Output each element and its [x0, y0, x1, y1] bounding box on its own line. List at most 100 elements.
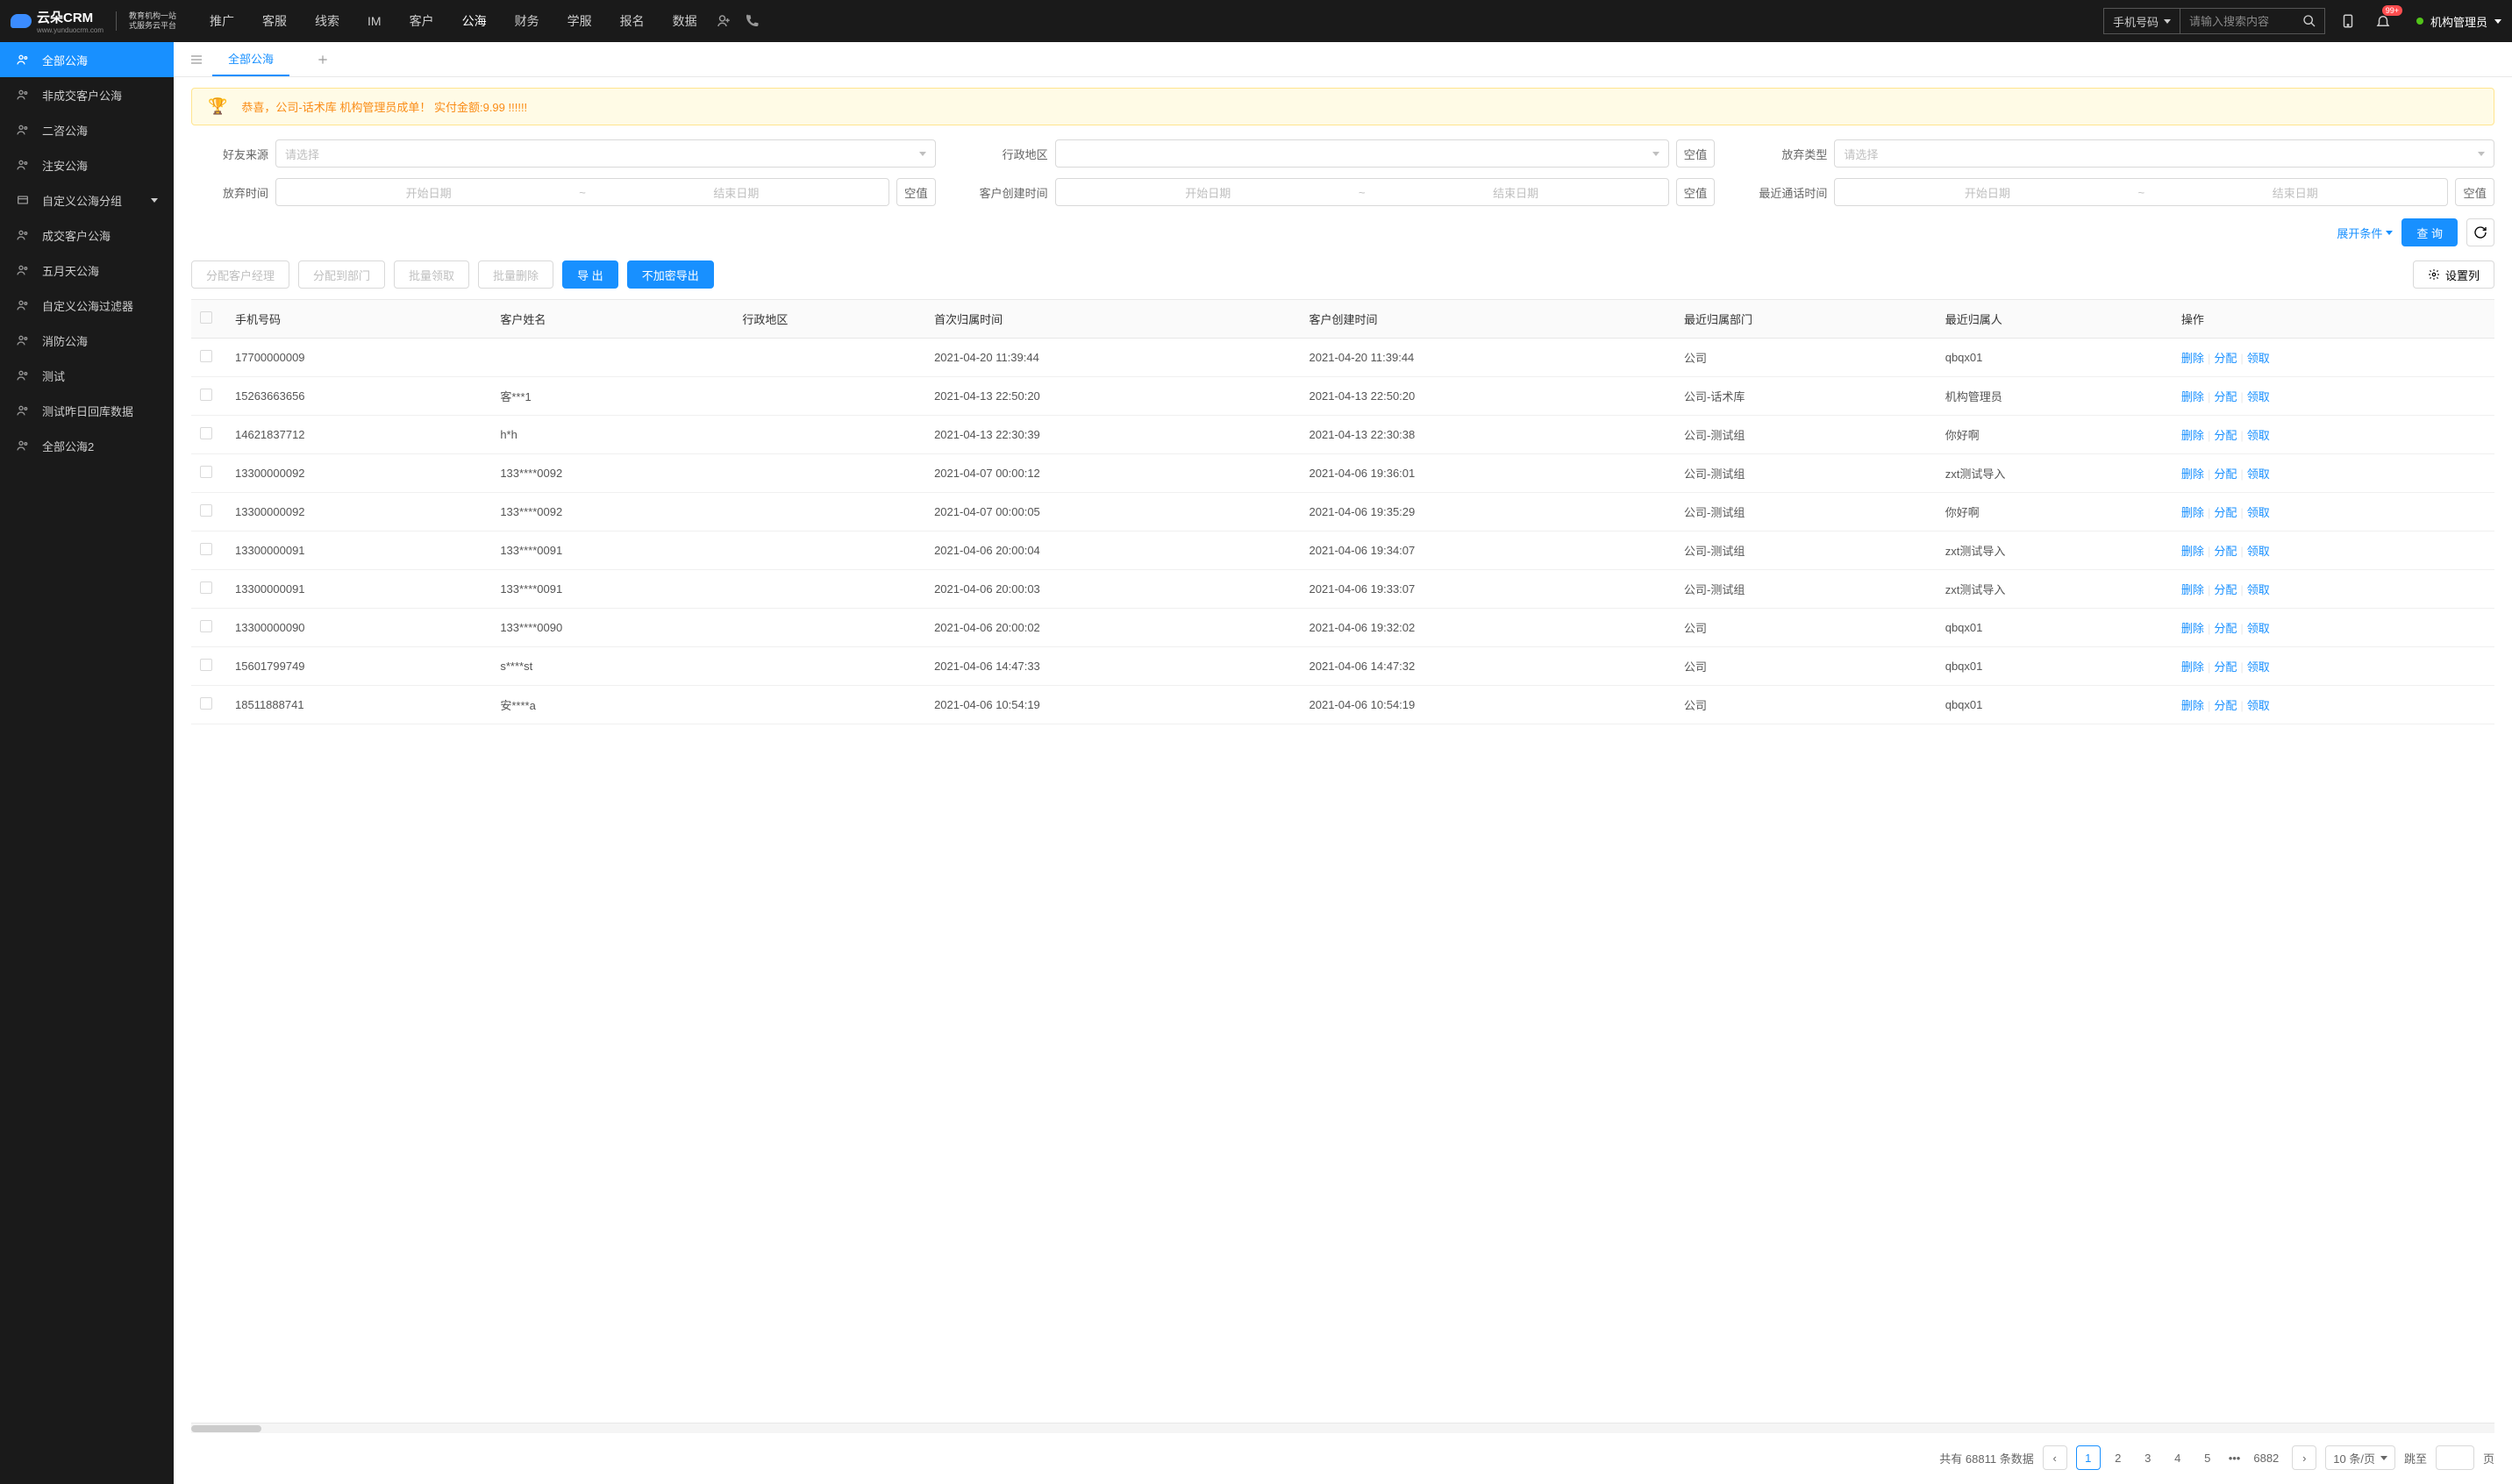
row-claim-link[interactable]: 领取 — [2247, 429, 2270, 442]
page-number-button[interactable]: 2 — [2106, 1445, 2130, 1470]
create-time-null-button[interactable]: 空值 — [1676, 178, 1716, 206]
nav-item[interactable]: IM — [355, 0, 394, 42]
sidebar-item[interactable]: 非成交客户公海 — [0, 77, 174, 112]
phone-icon[interactable] — [738, 0, 766, 42]
page-number-button[interactable]: 3 — [2136, 1445, 2160, 1470]
row-delete-link[interactable]: 删除 — [2181, 467, 2204, 481]
page-size-select[interactable]: 10 条/页 — [2325, 1445, 2395, 1470]
sidebar-item[interactable]: 注安公海 — [0, 147, 174, 182]
export-unencrypted-button[interactable]: 不加密导出 — [627, 260, 714, 289]
nav-item[interactable]: 客户 — [397, 0, 446, 42]
row-claim-link[interactable]: 领取 — [2247, 699, 2270, 712]
filter-source-select[interactable]: 请选择 — [275, 139, 936, 168]
page-prev-button[interactable]: ‹ — [2043, 1445, 2067, 1470]
sidebar-item[interactable]: 自定义公海分组 — [0, 182, 174, 218]
nav-item[interactable]: 公海 — [450, 0, 499, 42]
sidebar-item[interactable]: 测试 — [0, 358, 174, 393]
page-number-button[interactable]: 1 — [2076, 1445, 2101, 1470]
row-checkbox[interactable] — [200, 581, 212, 594]
row-assign-link[interactable]: 分配 — [2214, 699, 2237, 712]
assign-manager-button[interactable]: 分配客户经理 — [191, 260, 289, 289]
logo[interactable]: 云朵CRM www.yunduocrm.com 教育机构一站 式服务云平台 — [11, 8, 176, 34]
scrollbar-thumb[interactable] — [191, 1425, 261, 1432]
row-assign-link[interactable]: 分配 — [2214, 583, 2237, 596]
notification-icon[interactable]: 99+ — [2371, 9, 2395, 33]
page-number-button[interactable]: 5 — [2195, 1445, 2220, 1470]
row-assign-link[interactable]: 分配 — [2214, 622, 2237, 635]
sidebar-item[interactable]: 二咨公海 — [0, 112, 174, 147]
sidebar-item[interactable]: 自定义公海过滤器 — [0, 288, 174, 323]
sidebar-item[interactable]: 五月天公海 — [0, 253, 174, 288]
row-checkbox[interactable] — [200, 504, 212, 517]
row-checkbox[interactable] — [200, 620, 212, 632]
row-delete-link[interactable]: 删除 — [2181, 429, 2204, 442]
row-checkbox[interactable] — [200, 389, 212, 401]
device-icon[interactable] — [2336, 9, 2360, 33]
row-checkbox[interactable] — [200, 466, 212, 478]
tab-menu-icon[interactable] — [184, 47, 209, 72]
sidebar-item[interactable]: 成交客户公海 — [0, 218, 174, 253]
row-delete-link[interactable]: 删除 — [2181, 660, 2204, 674]
page-number-button[interactable]: 4 — [2166, 1445, 2190, 1470]
row-assign-link[interactable]: 分配 — [2214, 352, 2237, 365]
page-jump-input[interactable] — [2436, 1445, 2474, 1470]
nav-item[interactable]: 客服 — [250, 0, 299, 42]
assign-dept-button[interactable]: 分配到部门 — [298, 260, 385, 289]
search-type-select[interactable]: 手机号码 — [2104, 9, 2180, 33]
columns-settings-button[interactable]: 设置列 — [2413, 260, 2494, 289]
row-claim-link[interactable]: 领取 — [2247, 467, 2270, 481]
row-assign-link[interactable]: 分配 — [2214, 506, 2237, 519]
row-delete-link[interactable]: 删除 — [2181, 699, 2204, 712]
row-assign-link[interactable]: 分配 — [2214, 545, 2237, 558]
filter-abandon-time-range[interactable]: 开始日期~结束日期 — [275, 178, 889, 206]
horizontal-scrollbar[interactable] — [191, 1423, 2494, 1433]
row-claim-link[interactable]: 领取 — [2247, 390, 2270, 403]
sidebar-item[interactable]: 消防公海 — [0, 323, 174, 358]
search-input[interactable] — [2180, 15, 2294, 28]
sidebar-item[interactable]: 测试昨日回库数据 — [0, 393, 174, 428]
nav-item[interactable]: 报名 — [608, 0, 657, 42]
row-delete-link[interactable]: 删除 — [2181, 390, 2204, 403]
nav-item[interactable]: 学服 — [555, 0, 604, 42]
row-assign-link[interactable]: 分配 — [2214, 660, 2237, 674]
row-claim-link[interactable]: 领取 — [2247, 506, 2270, 519]
abandon-time-null-button[interactable]: 空值 — [896, 178, 936, 206]
batch-claim-button[interactable]: 批量领取 — [394, 260, 469, 289]
page-next-button[interactable]: › — [2292, 1445, 2316, 1470]
row-assign-link[interactable]: 分配 — [2214, 390, 2237, 403]
row-checkbox[interactable] — [200, 659, 212, 671]
row-assign-link[interactable]: 分配 — [2214, 429, 2237, 442]
region-null-button[interactable]: 空值 — [1676, 139, 1716, 168]
sidebar-item[interactable]: 全部公海2 — [0, 428, 174, 463]
row-delete-link[interactable]: 删除 — [2181, 583, 2204, 596]
select-all-checkbox[interactable] — [200, 311, 212, 324]
sidebar-item[interactable]: 全部公海 — [0, 42, 174, 77]
batch-delete-button[interactable]: 批量删除 — [478, 260, 553, 289]
filter-abandon-type-select[interactable]: 请选择 — [1834, 139, 2494, 168]
tab-all-public[interactable]: 全部公海 — [212, 42, 289, 76]
row-claim-link[interactable]: 领取 — [2247, 622, 2270, 635]
refresh-button[interactable] — [2466, 218, 2494, 246]
row-delete-link[interactable]: 删除 — [2181, 545, 2204, 558]
row-checkbox[interactable] — [200, 697, 212, 710]
page-last-button[interactable]: 6882 — [2249, 1445, 2283, 1470]
search-button[interactable] — [2294, 9, 2324, 33]
expand-filters-link[interactable]: 展开条件 — [2337, 225, 2393, 241]
filter-region-select[interactable] — [1055, 139, 1669, 168]
nav-item[interactable]: 线索 — [303, 0, 352, 42]
row-claim-link[interactable]: 领取 — [2247, 545, 2270, 558]
row-assign-link[interactable]: 分配 — [2214, 467, 2237, 481]
filter-create-time-range[interactable]: 开始日期~结束日期 — [1055, 178, 1669, 206]
nav-item[interactable]: 推广 — [197, 0, 246, 42]
add-user-icon[interactable] — [710, 0, 738, 42]
row-delete-link[interactable]: 删除 — [2181, 622, 2204, 635]
row-claim-link[interactable]: 领取 — [2247, 583, 2270, 596]
nav-item[interactable]: 数据 — [660, 0, 710, 42]
row-checkbox[interactable] — [200, 350, 212, 362]
call-time-null-button[interactable]: 空值 — [2455, 178, 2494, 206]
row-delete-link[interactable]: 删除 — [2181, 352, 2204, 365]
filter-call-time-range[interactable]: 开始日期~结束日期 — [1834, 178, 2448, 206]
row-delete-link[interactable]: 删除 — [2181, 506, 2204, 519]
row-claim-link[interactable]: 领取 — [2247, 660, 2270, 674]
row-claim-link[interactable]: 领取 — [2247, 352, 2270, 365]
